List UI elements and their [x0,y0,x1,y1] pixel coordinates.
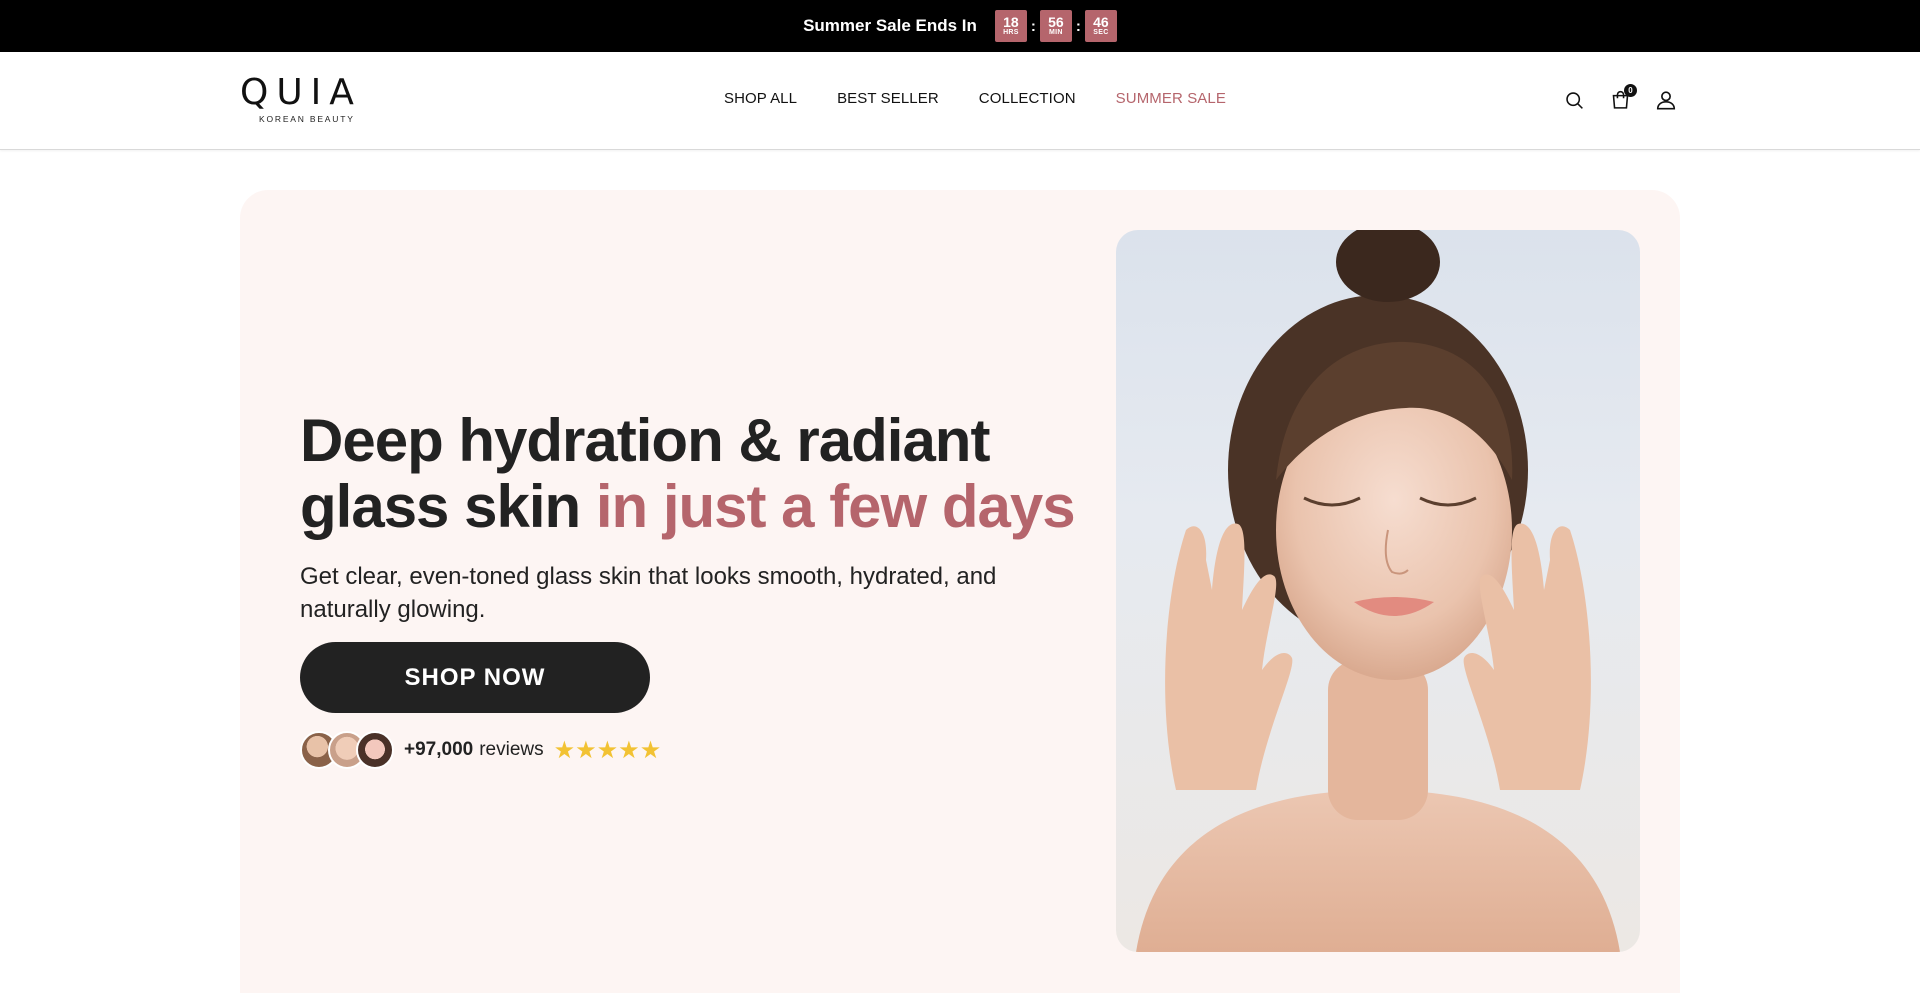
reviewer-avatars [300,731,394,769]
timer-minutes: 56 MIN [1039,10,1072,42]
timer-minutes-unit: MIN [1049,29,1063,36]
timer-minutes-value: 56 [1048,14,1064,30]
nav-collection[interactable]: COLLECTION [979,90,1076,107]
site-header: QUIA KOREAN BEAUTY SHOP ALL BEST SELLER … [0,52,1920,150]
reviews-count: +97,000 [404,739,474,760]
hero-section: Deep hydration & radiant glass skin in j… [240,190,1680,993]
account-icon [1656,91,1676,110]
announcement-text: Summer Sale Ends In [803,16,977,35]
hero-title: Deep hydration & radiant glass skin in j… [300,408,1080,540]
announcement-bar: Summer Sale Ends In 18 HRS : 56 MIN : 46… [0,0,1920,52]
timer-separator: : [1075,17,1081,35]
hero-image [1116,230,1640,952]
nav-summer-sale[interactable]: SUMMER SALE [1116,90,1226,107]
hero-subtitle: Get clear, even-toned glass skin that lo… [300,563,997,623]
star-rating-icon: ★★★★★ [553,736,662,764]
header-icons: 0 [1562,84,1678,112]
nav-shop-all[interactable]: SHOP ALL [724,90,797,107]
cart-count-badge: 0 [1624,84,1637,97]
search-button[interactable] [1562,88,1586,112]
cart-button[interactable]: 0 [1608,84,1637,112]
timer-seconds-unit: SEC [1093,29,1109,36]
countdown-timer: 18 HRS : 56 MIN : 46 SEC [994,10,1117,42]
timer-seconds-value: 46 [1093,14,1109,30]
timer-hours-unit: HRS [1003,29,1019,36]
reviews-label: reviews [479,739,544,760]
account-button[interactable] [1654,88,1678,112]
avatar [356,731,394,769]
nav-best-seller[interactable]: BEST SELLER [837,90,939,107]
logo[interactable]: QUIA KOREAN BEAUTY [240,72,382,126]
main-nav: SHOP ALL BEST SELLER COLLECTION SUMMER S… [724,90,1226,107]
hero-title-line2: glass skin [300,473,581,540]
reviews-summary: +97,000 reviews ★★★★★ [300,731,661,769]
shop-now-button[interactable]: SHOP NOW [300,642,650,713]
logo-tagline: KOREAN BEAUTY [259,114,355,124]
timer-hours: 18 HRS [994,10,1027,42]
timer-seconds: 46 SEC [1084,10,1117,42]
logo-wordmark: QUIA [240,72,362,113]
search-icon [1565,91,1583,109]
timer-hours-value: 18 [1003,14,1019,30]
hero-title-line1: Deep hydration & radiant [300,407,990,474]
timer-separator: : [1030,17,1036,35]
hero-model-illustration [1136,230,1620,952]
hero-title-accent: in just a few days [595,473,1076,540]
